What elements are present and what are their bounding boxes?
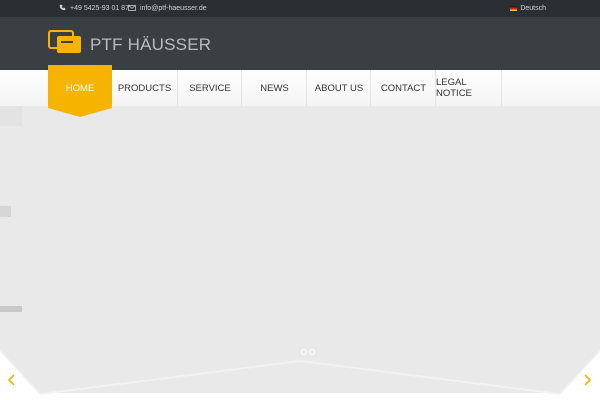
mail-icon <box>128 4 136 13</box>
slider-bottom-shape <box>0 350 600 400</box>
site-header: PTF HÄUSSER <box>0 17 600 70</box>
nav-item-label: ABOUT US <box>314 82 364 94</box>
nav-item-products[interactable]: PRODUCTS <box>112 70 177 106</box>
nav-item-label: SERVICE <box>189 82 231 94</box>
site-logo[interactable]: PTF HÄUSSER <box>48 30 211 59</box>
language-label: Deutsch <box>520 5 546 12</box>
nav-item-label: PRODUCTS <box>117 82 172 94</box>
phone-contact[interactable]: +49 5425-93 01 87 <box>59 0 129 17</box>
nav-item-legal-notice[interactable]: LEGAL NOTICE <box>435 70 502 106</box>
chevron-right-icon[interactable] <box>581 373 595 387</box>
language-selector[interactable]: Deutsch <box>510 0 546 17</box>
email-address: info@ptf-haeusser.de <box>140 5 207 12</box>
logo-icon <box>48 30 82 59</box>
nav-item-label: HOME <box>65 82 95 94</box>
slide-image-fragment <box>0 106 22 126</box>
slider-dot[interactable] <box>301 349 307 355</box>
nav-item-label: CONTACT <box>380 82 427 94</box>
slide-image-fragment <box>0 306 22 312</box>
slide-image-fragment <box>0 206 11 217</box>
nav-item-home[interactable]: HOME <box>48 65 112 117</box>
slider-pagination <box>301 349 315 355</box>
german-flag-icon <box>510 6 518 11</box>
email-contact[interactable]: info@ptf-haeusser.de <box>128 0 207 17</box>
nav-item-about-us[interactable]: ABOUT US <box>306 70 371 106</box>
nav-item-label: LEGAL NOTICE <box>436 77 472 99</box>
phone-icon <box>59 4 66 13</box>
nav-item-label: NEWS <box>260 82 289 94</box>
nav-item-news[interactable]: NEWS <box>241 70 307 106</box>
hero-slider <box>0 106 600 400</box>
logo-text: PTF HÄUSSER <box>90 34 212 54</box>
nav-item-contact[interactable]: CONTACT <box>370 70 436 106</box>
phone-number: +49 5425-93 01 87 <box>70 5 129 12</box>
nav-item-service[interactable]: SERVICE <box>177 70 242 106</box>
topbar: +49 5425-93 01 87 info@ptf-haeusser.de D… <box>0 0 600 17</box>
slider-dot[interactable] <box>309 349 315 355</box>
chevron-left-icon[interactable] <box>4 373 18 387</box>
